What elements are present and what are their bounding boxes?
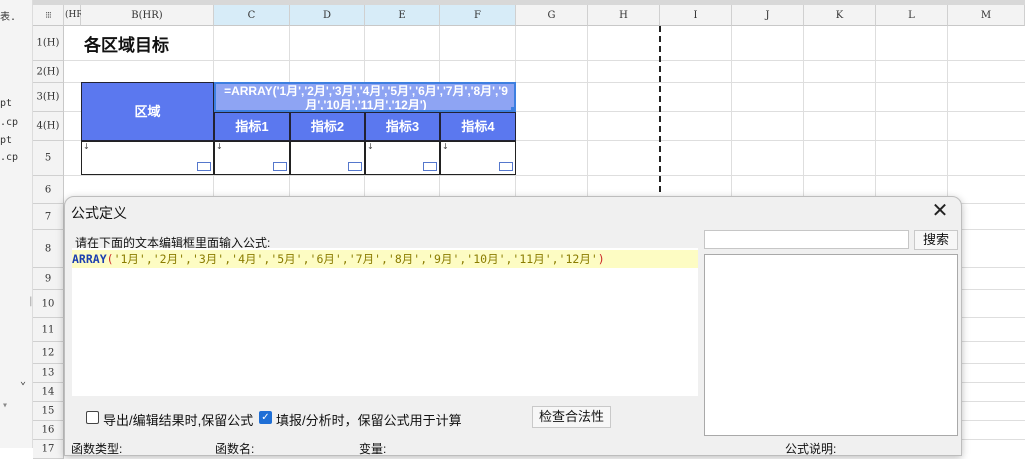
region-header-cell[interactable]: 区域: [81, 82, 214, 141]
row-header-15[interactable]: 15: [33, 402, 64, 421]
row-header-9[interactable]: 9: [33, 268, 64, 290]
row-header-11[interactable]: 11: [33, 318, 64, 342]
check-validity-button[interactable]: 检查合法性: [532, 406, 611, 428]
row-header-3[interactable]: 3(H): [33, 83, 64, 112]
row-header-12[interactable]: 12: [33, 342, 64, 364]
column-header-e[interactable]: E: [365, 5, 440, 26]
row-header-4[interactable]: 4(H): [33, 112, 64, 141]
column-header-d[interactable]: D: [290, 5, 365, 26]
column-header-g[interactable]: G: [516, 5, 588, 26]
widget-marker-icon: [423, 162, 437, 171]
variable-label: 变量:: [359, 442, 387, 456]
column-header-f[interactable]: F: [440, 5, 516, 26]
column-header-k[interactable]: K: [804, 5, 876, 26]
row-header-1[interactable]: 1(H): [33, 26, 64, 61]
left-panel-text: pt: [0, 135, 13, 146]
left-panel-text: .cp: [0, 117, 19, 128]
row-header-8[interactable]: 8: [33, 230, 64, 268]
formula-text: ARRAY('1月','2月','3月','4月','5月','6月','7月'…: [72, 250, 605, 268]
column-header-b[interactable]: B(HR): [81, 5, 214, 26]
formula-token: '1月','2月','3月','4月','5月','6月','7月','8月',…: [113, 252, 598, 266]
row-header-16[interactable]: 16: [33, 421, 64, 440]
indicator-header-2[interactable]: 指标2: [290, 112, 365, 141]
formula-cell-text: =ARRAY('1月','2月','3月','4月','5月','6月','7月…: [224, 84, 508, 112]
row-header-7[interactable]: 7: [33, 204, 64, 230]
function-list[interactable]: [704, 254, 958, 436]
formula-token: ): [597, 252, 605, 266]
indicator-header-1[interactable]: 指标1: [214, 112, 290, 141]
close-icon[interactable]: ✕: [929, 200, 951, 222]
column-header-i[interactable]: I: [660, 5, 732, 26]
formula-definition-dialog: 公式定义 ✕ 请在下面的文本编辑框里面输入公式: ARRAY('1月','2月'…: [64, 196, 962, 456]
left-file-panel: 表. pt .cp pt .cp ‖ ⌄ ▾: [0, 0, 33, 448]
column-header-l[interactable]: L: [876, 5, 948, 26]
left-panel-text: pt: [0, 98, 13, 109]
keep-formula-calc-checkbox[interactable]: ✓: [259, 411, 272, 424]
expand-down-icon: ↓: [83, 142, 90, 151]
column-header-h[interactable]: H: [588, 5, 660, 26]
formula-cell[interactable]: =ARRAY('1月','2月','3月','4月','5月','6月','7月…: [214, 82, 516, 112]
column-header-m[interactable]: M: [948, 5, 1025, 26]
select-all-corner[interactable]: ⁝⁝⁝: [33, 5, 64, 26]
widget-marker-icon: [273, 162, 287, 171]
row-header-5[interactable]: 5: [33, 141, 64, 176]
formula-token: (: [106, 252, 114, 266]
indicator-data-cell-4[interactable]: ↓: [440, 141, 516, 175]
indicator-data-cell-1[interactable]: ↓: [214, 141, 290, 175]
indicator-header-4[interactable]: 指标4: [440, 112, 516, 141]
indicator-header-3[interactable]: 指标3: [365, 112, 440, 141]
chevron-down-icon[interactable]: ⌄: [20, 376, 26, 387]
indicator-data-cell-2[interactable]: [290, 141, 365, 175]
function-search-input[interactable]: [704, 230, 909, 249]
row-header-10[interactable]: 10: [33, 290, 64, 318]
formula-description-label: 公式说明:: [785, 442, 837, 456]
row-header-2[interactable]: 2(H): [33, 61, 64, 83]
expand-down-icon: ↓: [442, 142, 449, 151]
keep-formula-export-label[interactable]: 导出/编辑结果时,保留公式: [103, 410, 253, 429]
expand-down-icon: ↓: [216, 142, 223, 151]
column-header-c[interactable]: C: [214, 5, 290, 26]
grid-icon: ⁝⁝⁝: [45, 11, 52, 21]
function-type-label: 函数类型:: [71, 442, 123, 456]
keep-formula-export-checkbox[interactable]: [86, 411, 99, 424]
column-header-a[interactable]: (HR): [64, 5, 87, 26]
dialog-title: 公式定义: [71, 205, 127, 221]
row-header-6[interactable]: 6: [33, 176, 64, 204]
report-title[interactable]: 各区域目标: [84, 31, 169, 56]
left-panel-text: 表.: [0, 12, 17, 23]
scroll-down-icon[interactable]: ▾: [2, 400, 8, 411]
left-panel-text: .cp: [0, 152, 19, 163]
widget-marker-icon: [348, 162, 362, 171]
function-name-label: 函数名:: [215, 442, 255, 456]
indicator-data-cell-3[interactable]: ↓: [365, 141, 440, 175]
search-button[interactable]: 搜索: [914, 230, 958, 250]
row-header-14[interactable]: 14: [33, 383, 64, 402]
keep-formula-calc-label[interactable]: 填报/分析时，保留公式用于计算: [276, 410, 462, 429]
widget-marker-icon: [499, 162, 513, 171]
row-header-13[interactable]: 13: [33, 364, 64, 383]
formula-editor[interactable]: ARRAY('1月','2月','3月','4月','5月','6月','7月'…: [72, 248, 698, 396]
widget-marker-icon: [197, 162, 211, 171]
region-data-cell[interactable]: ↓: [81, 141, 214, 175]
formula-token: ARRAY: [72, 252, 107, 266]
column-header-j[interactable]: J: [732, 5, 804, 26]
expand-down-icon: ↓: [367, 142, 374, 151]
row-header-17[interactable]: 17: [33, 440, 64, 459]
